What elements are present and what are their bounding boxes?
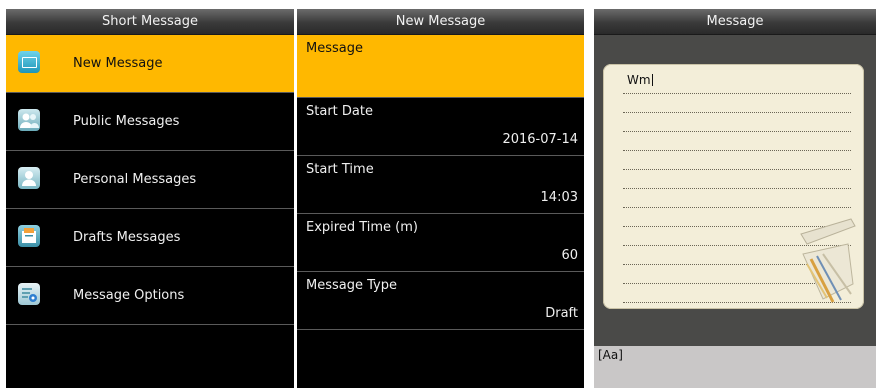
field-expired-time[interactable]: Expired Time (m) 60 [297, 214, 584, 272]
menu-item-personal-messages[interactable]: Personal Messages [6, 151, 294, 209]
new-message-panel: New Message Message Start Date 2016-07-1… [297, 9, 584, 388]
text-cursor [651, 74, 653, 86]
envelope-icon [18, 51, 40, 73]
panel-title: New Message [297, 9, 584, 35]
menu-item-public-messages[interactable]: Public Messages [6, 93, 294, 151]
panel-title: Message [594, 9, 876, 35]
input-mode-bar: [Aa] [594, 346, 876, 388]
input-mode-indicator: [Aa] [598, 348, 623, 362]
field-value: 60 [561, 248, 578, 263]
menu-item-label: Drafts Messages [73, 230, 181, 245]
field-label: Expired Time (m) [306, 220, 418, 235]
notepad-line [623, 93, 851, 94]
panel-title: Short Message [6, 9, 294, 35]
field-value: 2016-07-14 [502, 132, 578, 147]
menu-item-label: Message Options [73, 288, 185, 303]
notepad-line [623, 150, 851, 151]
drafts-icon [18, 225, 40, 247]
message-text-value: Wm [627, 73, 651, 87]
field-label: Start Date [306, 104, 373, 119]
message-text-area[interactable]: Wm [603, 64, 864, 309]
person-icon [18, 167, 40, 189]
field-start-time[interactable]: Start Time 14:03 [297, 156, 584, 214]
menu-item-new-message[interactable]: New Message [6, 35, 294, 93]
notepad-line [623, 169, 851, 170]
menu-item-drafts-messages[interactable]: Drafts Messages [6, 209, 294, 267]
notepad-line [623, 207, 851, 208]
field-message-type[interactable]: Message Type Draft [297, 272, 584, 330]
notepad-line [623, 112, 851, 113]
menu-item-label: Personal Messages [73, 172, 197, 187]
message-editor-panel: Message Wm [Aa] [594, 9, 876, 388]
menu-item-label: New Message [73, 56, 163, 71]
field-label: Message [306, 41, 363, 56]
menu-item-label: Public Messages [73, 114, 180, 129]
menu-item-message-options[interactable]: Message Options [6, 267, 294, 325]
field-label: Message Type [306, 278, 397, 293]
notepad-line [623, 188, 851, 189]
field-message[interactable]: Message [297, 35, 584, 98]
field-value: 14:03 [540, 190, 578, 205]
field-value: Draft [545, 306, 578, 321]
people-icon [18, 109, 40, 131]
pencils-decoration-icon [800, 218, 856, 303]
field-label: Start Time [306, 162, 374, 177]
notepad-line [623, 131, 851, 132]
options-icon [18, 283, 40, 305]
short-message-panel: Short Message New Message Public Message… [6, 9, 294, 388]
field-start-date[interactable]: Start Date 2016-07-14 [297, 98, 584, 156]
message-text: Wm [627, 73, 653, 87]
